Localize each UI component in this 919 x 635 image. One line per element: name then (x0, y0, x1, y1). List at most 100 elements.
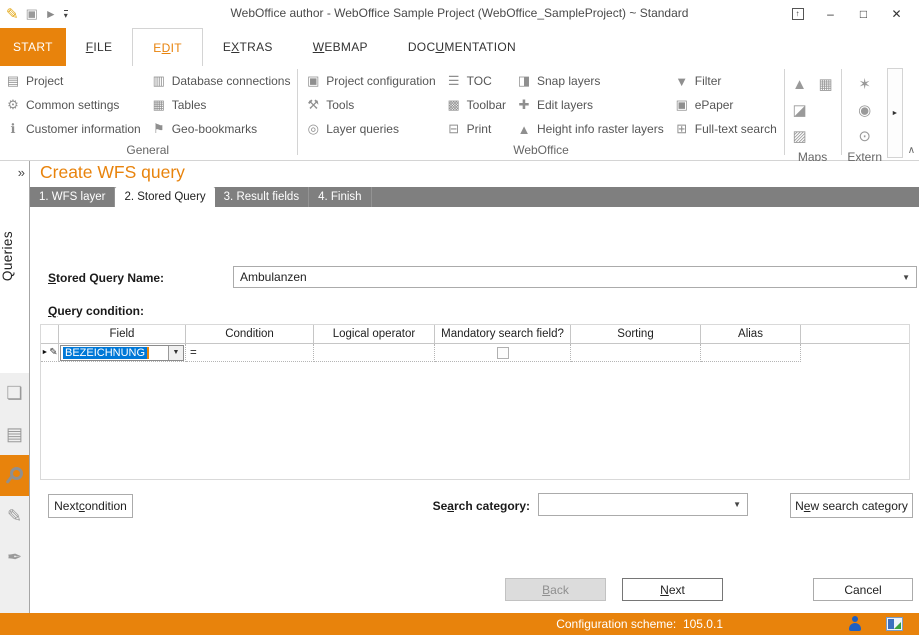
ribbon-item-database-connections[interactable]: ▥Database connections (146, 69, 296, 93)
pin-icon[interactable]: ✶ (852, 71, 878, 97)
new-project-icon[interactable]: ❏ (0, 373, 29, 414)
search-category-select[interactable]: ▼ (538, 493, 748, 516)
tab-webmap[interactable]: WEBMAP (293, 28, 388, 66)
field-dropdown-button[interactable]: ▼ (168, 346, 183, 360)
table-icon: ▦ (151, 97, 167, 113)
query-condition-table: Field Condition Logical operator Mandato… (40, 324, 910, 480)
sorting-cell[interactable] (571, 344, 701, 362)
stored-query-name-select[interactable]: Ambulanzen ▼ (233, 266, 917, 288)
logical-operator-cell[interactable] (314, 344, 435, 362)
alias-cell[interactable] (701, 344, 801, 362)
chevron-down-icon: ▼ (733, 500, 741, 509)
ribbon-item-geo-bookmarks[interactable]: ⚑Geo-bookmarks (146, 117, 296, 141)
ribbon-item-filter[interactable]: ▼Filter (669, 69, 782, 93)
customer-info-icon: ℹ (5, 121, 21, 137)
ribbon-item-layer-queries[interactable]: ◎Layer queries (300, 117, 440, 141)
north-arrow-icon[interactable]: ▲ (787, 71, 813, 97)
table-row: ► ✎ BEZEICHNUNG ▼ = (41, 344, 909, 362)
tab-edit[interactable]: EDIT (132, 28, 203, 66)
back-button[interactable]: Back (505, 578, 606, 601)
text-caret (147, 347, 149, 359)
condition-cell[interactable]: = (186, 344, 314, 362)
ribbon-item-epaper[interactable]: ▣ePaper (669, 93, 782, 117)
ribbon-item-print[interactable]: ⊟Print (441, 117, 511, 141)
minimize-button[interactable]: – (816, 4, 845, 24)
next-button[interactable]: Next (622, 578, 723, 601)
spacer (813, 97, 839, 123)
edit-layers-icon: ✚ (516, 97, 532, 113)
ribbon-item-snap-layers[interactable]: ◨Snap layers (511, 69, 669, 93)
column-header-mandatory: Mandatory search field? (435, 325, 571, 344)
field-select[interactable]: BEZEICHNUNG ▼ (60, 345, 184, 361)
ribbon-item-toolbar[interactable]: ▩Toolbar (441, 93, 511, 117)
ribbon-item-project-configuration[interactable]: ▣Project configuration (300, 69, 440, 93)
map-raster-icon[interactable]: ▨ (787, 123, 813, 149)
stored-query-name-label: Stored Query Name: (48, 271, 164, 285)
ribbon-more-button[interactable]: ► (887, 68, 903, 158)
map-layers-icon[interactable]: ◪ (787, 97, 813, 123)
sidebar-rail: » Queries ❏ ▤ ✎ ✒ (0, 161, 30, 613)
map-tiles-icon[interactable]: ▦ (813, 71, 839, 97)
ribbon-pin-icon[interactable]: ↑ (783, 4, 812, 24)
maximize-button[interactable]: □ (849, 4, 878, 24)
step-tab-finish[interactable]: 4. Finish (309, 187, 371, 207)
group-label-weboffice: WebOffice (300, 142, 782, 160)
query-condition-label: Query condition: (48, 304, 144, 318)
column-header-condition: Condition (186, 325, 314, 344)
ribbon-group-weboffice: ▣Project configuration ⚒Tools ◎Layer que… (300, 66, 782, 160)
step-tab-stored-query[interactable]: 2. Stored Query (115, 187, 214, 207)
titlebar: ✎ ▣ ► ▾ WebOffice author - WebOffice Sam… (0, 0, 919, 28)
ribbon-item-toc[interactable]: ☰TOC (441, 69, 511, 93)
ribbon: ▤Project ⚙Common settings ℹCustomer info… (0, 66, 919, 161)
ribbon-tab-row: START FILE EDIT EXTRAS WEBMAP DOCUMENTAT… (0, 28, 919, 66)
tab-documentation[interactable]: DOCUMENTATION (388, 28, 536, 66)
printer-icon: ⊟ (446, 121, 462, 137)
ribbon-item-full-text-search[interactable]: ⊞Full-text search (669, 117, 782, 141)
next-condition-button[interactable]: Next condition (48, 494, 133, 518)
ribbon-item-tables[interactable]: ▦Tables (146, 93, 296, 117)
app-status-icon[interactable] (886, 617, 903, 631)
ribbon-collapse-button[interactable]: ∧ (904, 66, 919, 160)
ribbon-item-project[interactable]: ▤Project (0, 69, 146, 93)
new-search-category-button[interactable]: New search category (790, 493, 913, 518)
row-selector-cell[interactable]: ► ✎ (41, 344, 59, 362)
ribbon-item-height-info-raster-layers[interactable]: ▲Height info raster layers (511, 117, 669, 141)
toolbar-icon: ▩ (446, 97, 462, 113)
main-area: » Queries ❏ ▤ ✎ ✒ Create WFS query 1. WF… (0, 161, 919, 613)
step-tab-wfs-layer[interactable]: 1. WFS layer (30, 187, 115, 207)
edit-tools-icon[interactable]: ✎ (0, 496, 29, 537)
tools-icon: ⚒ (305, 97, 321, 113)
ribbon-item-tools[interactable]: ⚒Tools (300, 93, 440, 117)
group-label-general: General (0, 142, 295, 160)
user-icon[interactable] (848, 616, 862, 632)
chevron-down-icon: ▼ (902, 273, 910, 282)
window-title: WebOffice author - WebOffice Sample Proj… (0, 6, 919, 20)
page-title: Create WFS query (40, 162, 185, 183)
ribbon-item-common-settings[interactable]: ⚙Common settings (0, 93, 146, 117)
redlining-pen-icon[interactable]: ✒ (0, 537, 29, 578)
status-bar: Configuration scheme: 105.0.1 (0, 613, 919, 635)
stored-query-name-value: Ambulanzen (240, 270, 307, 284)
full-text-search-icon: ⊞ (674, 121, 690, 137)
step-tab-result-fields[interactable]: 3. Result fields (215, 187, 309, 207)
project-notebook-icon[interactable]: ▤ (0, 414, 29, 455)
tab-extras[interactable]: EXTRAS (203, 28, 293, 66)
mandatory-checkbox[interactable] (497, 347, 509, 359)
queries-search-icon[interactable] (0, 455, 29, 496)
panel-label-queries: Queries (0, 231, 30, 281)
tab-start[interactable]: START (0, 28, 66, 66)
ribbon-group-maps: ▲ ▦ ◪ ▨ Maps (787, 66, 839, 160)
close-button[interactable]: ✕ (882, 4, 911, 24)
column-header-field: Field (59, 325, 186, 344)
column-header-alias: Alias (701, 325, 801, 344)
raster-layers-icon: ▲ (516, 122, 532, 137)
database-search-icon[interactable]: ⊙ (852, 123, 878, 149)
cancel-button[interactable]: Cancel (813, 578, 913, 601)
ribbon-item-customer-information[interactable]: ℹCustomer information (0, 117, 146, 141)
ribbon-item-edit-layers[interactable]: ✚Edit layers (511, 93, 669, 117)
column-header-logical-operator: Logical operator (314, 325, 435, 344)
location-icon[interactable]: ◉ (852, 97, 878, 123)
mandatory-cell (435, 344, 571, 362)
panel-collapse-icon[interactable]: » (18, 165, 25, 180)
tab-file[interactable]: FILE (66, 28, 133, 66)
